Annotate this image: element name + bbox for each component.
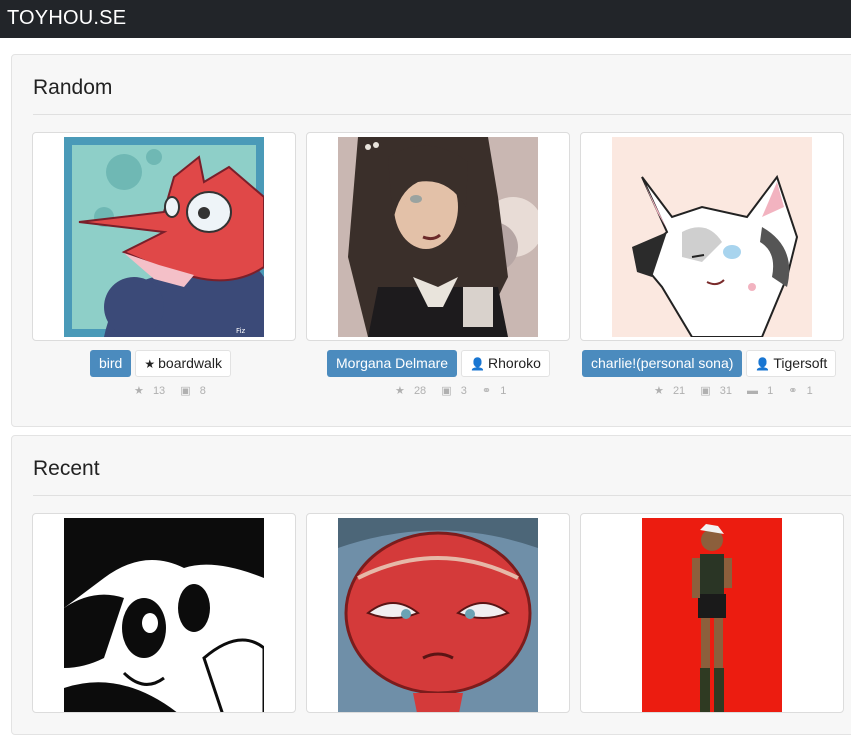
image-icon: ▣: [180, 385, 191, 397]
character-card-charlie[interactable]: [580, 132, 844, 341]
character-card-recent-2[interactable]: [306, 513, 570, 713]
character-name-tag[interactable]: bird: [90, 350, 132, 377]
divider: [33, 114, 851, 115]
character-thumbnail[interactable]: [64, 518, 264, 712]
svg-text:Fiz: Fiz: [236, 327, 245, 335]
card-tags: bird ★ boardwalk: [90, 350, 231, 377]
character-card-morgana-delmare[interactable]: [306, 132, 570, 341]
star-icon: ★: [144, 357, 156, 371]
images-stat: ▣ 31: [700, 385, 732, 397]
link-icon: ⚭: [788, 385, 798, 397]
card-tags: charlie!(personal sona) 👤 Tigersoft: [582, 350, 837, 377]
character-thumbnail[interactable]: [642, 518, 782, 712]
site-logo-link[interactable]: TOYHOU.SE: [7, 7, 126, 30]
favorites-stat: ★ 28: [395, 385, 427, 397]
card-stats: ★ 21 ▣ 31 ▬ 1 ⚭ 1: [654, 384, 825, 398]
owner-name: boardwalk: [158, 355, 222, 371]
recent-heading: Recent: [33, 457, 100, 480]
star-icon: ★: [134, 385, 144, 397]
character-card-recent-1[interactable]: [32, 513, 296, 713]
owner-name: Tigersoft: [773, 355, 828, 371]
random-heading: Random: [33, 76, 113, 99]
owner-name: Rhoroko: [488, 355, 541, 371]
star-icon: ★: [395, 385, 405, 397]
favorites-stat: ★ 21: [654, 385, 686, 397]
character-name-tag[interactable]: Morgana Delmare: [327, 350, 458, 377]
divider: [33, 495, 851, 496]
character-thumbnail[interactable]: Fiz: [64, 137, 264, 337]
owner-tag[interactable]: 👤 Tigersoft: [746, 350, 837, 377]
links-stat: ⚭ 1: [481, 385, 507, 397]
user-icon: 👤: [470, 357, 486, 371]
image-icon: ▣: [700, 385, 711, 397]
comment-icon: ▬: [747, 385, 759, 397]
comments-stat: ▬ 1: [747, 385, 774, 397]
image-icon: ▣: [441, 385, 452, 397]
top-navbar: TOYHOU.SE: [0, 0, 851, 38]
star-icon: ★: [654, 385, 664, 397]
character-thumbnail[interactable]: [338, 137, 538, 337]
owner-tag[interactable]: 👤 Rhoroko: [461, 350, 550, 377]
user-icon: 👤: [755, 357, 771, 371]
character-thumbnail[interactable]: [612, 137, 812, 337]
card-stats: ★ 28 ▣ 3 ⚭ 1: [395, 384, 518, 398]
character-card-bird[interactable]: Fiz: [32, 132, 296, 341]
character-name-tag[interactable]: charlie!(personal sona): [582, 350, 743, 377]
card-tags: Morgana Delmare 👤 Rhoroko: [327, 350, 550, 377]
character-card-recent-3[interactable]: [580, 513, 844, 713]
character-thumbnail[interactable]: [338, 518, 538, 712]
card-stats: ★ 13 ▣ 8: [134, 384, 218, 398]
owner-tag[interactable]: ★ boardwalk: [135, 350, 231, 377]
images-stat: ▣ 3: [441, 385, 467, 397]
favorites-stat: ★ 13: [134, 385, 166, 397]
link-icon: ⚭: [481, 385, 492, 397]
images-stat: ▣ 8: [180, 385, 206, 397]
links-stat: ⚭ 1: [788, 385, 813, 397]
